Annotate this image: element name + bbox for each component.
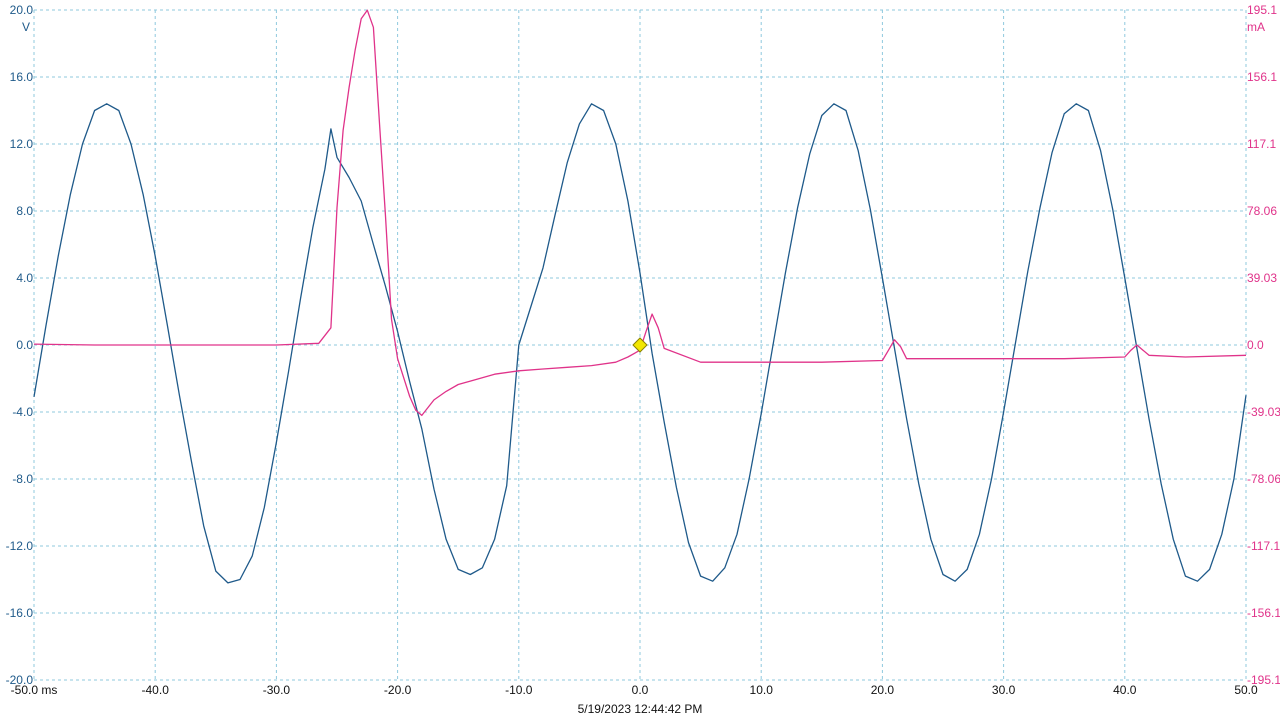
left-y-tick-label: -8.0 bbox=[12, 472, 33, 486]
right-y-tick-label: 39.03 bbox=[1247, 271, 1277, 285]
x-tick-label: 0.0 bbox=[632, 683, 649, 697]
tick-labels: V mA -50.0 ms -40.0 -30.0 -20.0 -10.0 0.0 10.0… bbox=[6, 3, 1280, 697]
left-y-tick-label: 12.0 bbox=[10, 137, 34, 151]
capture-timestamp: 5/19/2023 12:44:42 PM bbox=[577, 702, 703, 716]
left-y-tick-label: 20.0 bbox=[10, 3, 34, 17]
left-y-tick-label: -4.0 bbox=[12, 405, 33, 419]
right-y-tick-label: 195.1 bbox=[1247, 3, 1277, 17]
right-y-tick-label: 156.1 bbox=[1247, 70, 1277, 84]
x-tick-label: 20.0 bbox=[871, 683, 895, 697]
x-tick-label: -20.0 bbox=[384, 683, 412, 697]
left-y-tick-label: 4.0 bbox=[16, 271, 33, 285]
right-y-tick-label: 78.06 bbox=[1247, 204, 1277, 218]
left-y-tick-label: -12.0 bbox=[6, 539, 34, 553]
x-tick-label: -40.0 bbox=[142, 683, 170, 697]
left-y-tick-label: 16.0 bbox=[10, 70, 34, 84]
right-y-tick-label: -156.1 bbox=[1247, 606, 1280, 620]
x-tick-label: 30.0 bbox=[992, 683, 1016, 697]
right-y-tick-label: -117.1 bbox=[1247, 539, 1280, 553]
trigger-marker-layer bbox=[632, 337, 648, 353]
right-axis-unit: mA bbox=[1247, 20, 1265, 34]
x-tick-label: -30.0 bbox=[263, 683, 291, 697]
left-y-tick-label: -20.0 bbox=[6, 673, 34, 687]
right-y-tick-label: -39.03 bbox=[1247, 405, 1280, 419]
left-y-tick-label: 8.0 bbox=[16, 204, 33, 218]
x-tick-label: 40.0 bbox=[1113, 683, 1137, 697]
x-tick-label: -10.0 bbox=[505, 683, 533, 697]
right-y-tick-label: 0.0 bbox=[1247, 338, 1264, 352]
oscilloscope-plot: V mA -50.0 ms -40.0 -30.0 -20.0 -10.0 0.0 10.0… bbox=[6, 3, 1280, 697]
right-y-tick-label: -78.06 bbox=[1247, 472, 1280, 486]
right-y-tick-label: -195.1 bbox=[1247, 673, 1280, 687]
left-y-tick-label: 0.0 bbox=[16, 338, 33, 352]
right-y-tick-label: 117.1 bbox=[1247, 137, 1276, 151]
left-axis-unit: V bbox=[22, 20, 30, 34]
left-y-tick-label: -16.0 bbox=[6, 606, 34, 620]
trigger-marker-icon bbox=[632, 337, 648, 353]
x-tick-label: 10.0 bbox=[750, 683, 774, 697]
